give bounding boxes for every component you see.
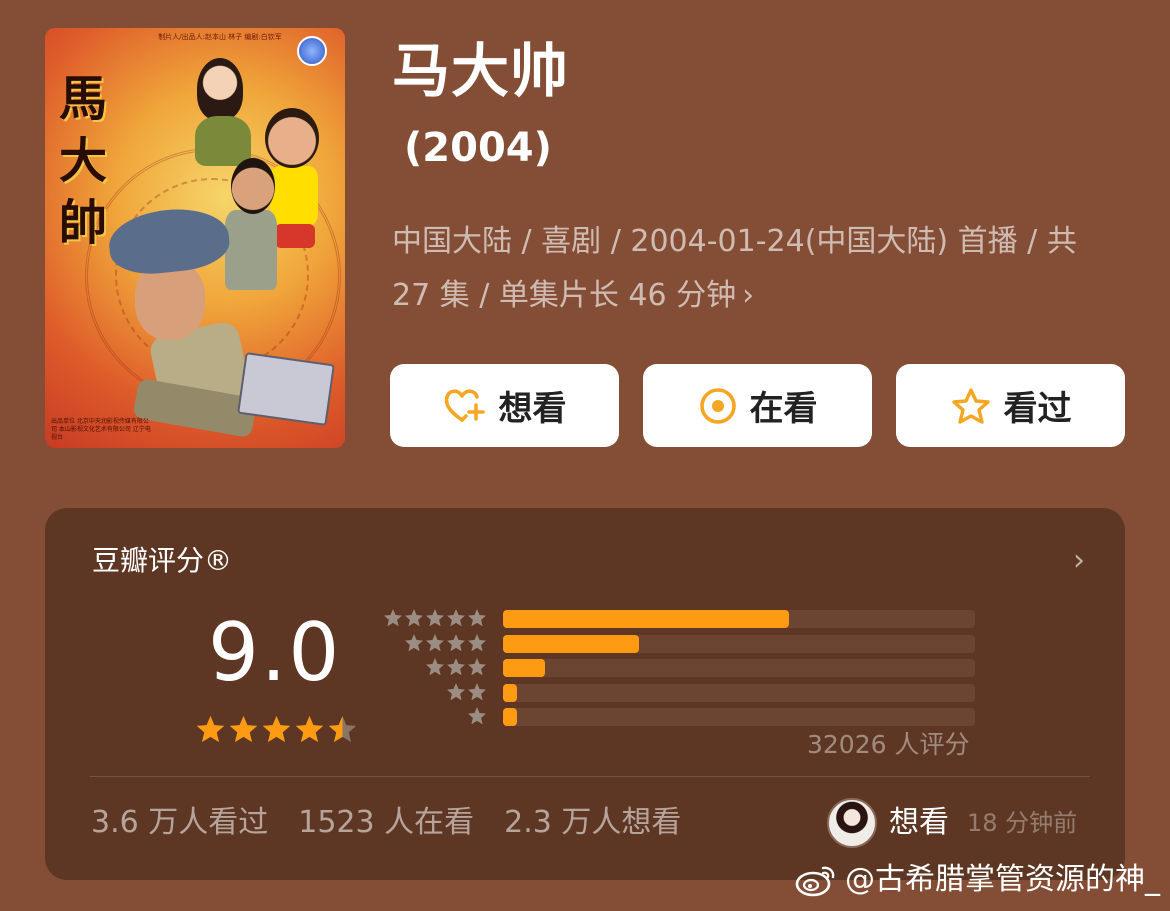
score-star-icon <box>328 715 357 743</box>
poster-character-red-shorts <box>275 224 315 248</box>
heart-plus-icon <box>443 386 487 426</box>
weibo-logo-icon <box>795 862 839 898</box>
distribution-star-icon <box>447 658 465 676</box>
rating-distribution-row <box>383 682 983 704</box>
distribution-stars <box>404 633 487 653</box>
rating-distribution-row <box>383 608 983 630</box>
distribution-bar-track <box>503 634 975 653</box>
show-meta-text: 中国大陆 / 喜剧 / 2004-01-24(中国大陆) 首播 / 共 27 集… <box>392 224 1077 313</box>
poster-character-mid-body <box>225 210 277 290</box>
watched-button[interactable]: 看过 <box>896 364 1125 447</box>
stat-want: 2.3 万人想看 <box>504 805 682 840</box>
distribution-bar-fill <box>503 659 546 677</box>
distribution-star-icon <box>468 682 486 700</box>
poster-character-yellow-body <box>270 166 318 226</box>
watermark-text: @古希腊掌管资源的神_ <box>845 862 1160 897</box>
score-star-icon <box>262 715 291 743</box>
distribution-star-icon <box>405 609 423 627</box>
show-year: (2004) <box>404 125 552 171</box>
stat-watched: 3.6 万人看过 <box>91 805 269 840</box>
rating-card-title: 豆瓣评分® <box>92 544 233 577</box>
distribution-star-icon <box>468 658 486 676</box>
rating-distribution-row <box>383 657 983 679</box>
distribution-star-icon <box>426 633 444 651</box>
chevron-right-icon: › <box>742 278 755 313</box>
distribution-stars <box>467 706 487 726</box>
distribution-bar-fill <box>503 683 518 702</box>
distribution-star-icon <box>447 609 465 627</box>
distribution-bar-fill <box>503 610 790 628</box>
distribution-star-icon <box>384 609 402 627</box>
target-circle-icon <box>698 386 738 426</box>
star-outline-icon <box>950 386 992 426</box>
distribution-star-icon <box>447 633 465 651</box>
rating-card[interactable]: 豆瓣评分® › 9.0 32026 人评分 3.6 万人看过 1523 人在看 … <box>45 508 1125 880</box>
distribution-stars <box>383 608 487 628</box>
poster-emblem-icon <box>297 36 327 66</box>
distribution-star-icon <box>426 609 444 627</box>
distribution-stars <box>425 657 487 677</box>
poster-image[interactable]: 制片人/出品人:赵本山 林子 编剧:白钦军 馬大帥 出品单位 北京中天润影视传媒… <box>45 28 345 448</box>
watching-label: 在看 <box>749 389 818 429</box>
score-star-icon <box>229 715 258 743</box>
poster-title: 馬大帥 <box>59 71 108 251</box>
poster-character-woman-body <box>195 116 251 166</box>
distribution-star-icon <box>405 633 423 651</box>
divider <box>90 776 1090 777</box>
my-status[interactable]: 想看 18 分钟前 <box>827 798 1077 848</box>
want-to-watch-label: 想看 <box>498 389 567 429</box>
distribution-star-icon <box>468 707 486 725</box>
poster-character-mid-head <box>231 158 275 214</box>
poster-character-head <box>265 108 319 168</box>
rating-distribution-row <box>383 706 983 728</box>
stat-watching: 1523 人在看 <box>298 805 475 840</box>
distribution-star-icon <box>468 633 486 651</box>
show-title: 马大帅 <box>392 37 570 105</box>
chevron-right-icon[interactable]: › <box>1073 544 1085 578</box>
poster-credits: 制片人/出品人:赵本山 林子 编剧:白钦军 <box>158 33 282 41</box>
my-status-action: 想看 <box>889 805 949 840</box>
poster-briefcase <box>237 352 335 426</box>
distribution-bar-track <box>503 610 975 628</box>
distribution-bar-track <box>503 683 975 702</box>
rating-distribution-row <box>383 633 983 655</box>
distribution-bar-fill <box>503 634 639 653</box>
score-star-icon <box>295 715 324 743</box>
rating-stars <box>195 714 358 745</box>
distribution-star-icon <box>447 682 465 700</box>
distribution-bar-fill <box>503 708 518 726</box>
distribution-bar-track <box>503 708 975 726</box>
show-meta-link[interactable]: 中国大陆 / 喜剧 / 2004-01-24(中国大陆) 首播 / 共 27 集… <box>392 215 1102 323</box>
poster-bottom-credits: 出品单位 北京中天润影视传媒有限公司 本山影视文化艺术有限公司 辽宁电视台 <box>51 418 151 441</box>
watched-label: 看过 <box>1003 389 1072 429</box>
distribution-star-icon <box>468 609 486 627</box>
rating-count: 32026 人评分 <box>807 730 970 759</box>
score-star-icon <box>196 715 225 743</box>
poster-character-woman <box>197 58 243 120</box>
watch-stats: 3.6 万人看过 1523 人在看 2.3 万人想看 <box>91 802 681 844</box>
want-to-watch-button[interactable]: 想看 <box>390 364 619 447</box>
distribution-star-icon <box>426 658 444 676</box>
distribution-stars <box>446 682 487 702</box>
avatar <box>827 798 877 848</box>
distribution-bar-track <box>503 659 975 677</box>
watching-button[interactable]: 在看 <box>643 364 872 447</box>
weibo-watermark: @古希腊掌管资源的神_ <box>795 858 1160 902</box>
rating-score: 9.0 <box>208 606 342 699</box>
my-status-time: 18 分钟前 <box>967 809 1078 837</box>
